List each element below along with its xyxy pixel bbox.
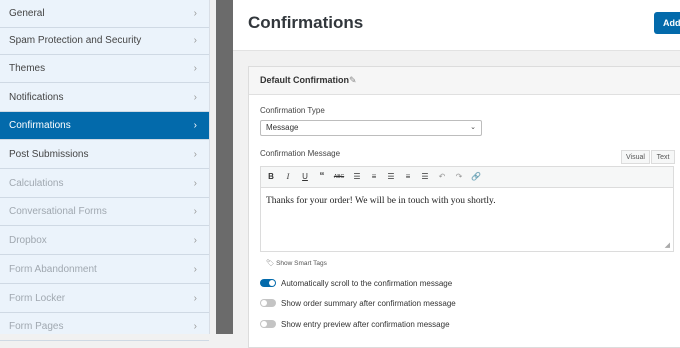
confirmation-type-label: Confirmation Type [260, 106, 325, 115]
chevron-right-icon: › [193, 35, 197, 46]
pencil-icon[interactable]: ✎ [349, 75, 357, 86]
main-content: Confirmations Add Default Confirmation ✎… [233, 0, 680, 348]
toggle-switch[interactable] [260, 299, 276, 307]
chevron-down-icon: ⌄ [470, 124, 476, 131]
panel-header: Default Confirmation ✎ [249, 67, 680, 95]
chevron-right-icon: › [193, 321, 197, 332]
sidebar-item-label: Conversational Forms [9, 206, 107, 217]
chevron-right-icon: › [193, 120, 197, 131]
sidebar-item-label: Notifications [9, 92, 64, 103]
sidebar-item-label: Themes [9, 63, 46, 74]
sidebar-item-general[interactable]: General › [0, 0, 209, 28]
sidebar-item-label: Form Locker [9, 293, 66, 304]
sidebar-item-dropbox[interactable]: Dropbox › [0, 227, 209, 255]
add-confirmation-button[interactable]: Add [654, 12, 680, 34]
tag-icon: 🏷 [266, 260, 275, 267]
strikethrough-icon[interactable]: ABC [332, 170, 346, 184]
chevron-right-icon: › [193, 149, 197, 160]
sidebar-item-post-submissions[interactable]: Post Submissions › [0, 141, 209, 169]
settings-sidebar: General › Spam Protection and Security › T… [0, 0, 210, 341]
link-icon[interactable]: 🔗 [469, 170, 483, 184]
editor-toolbar: B I U “ ABC ☰ ≡ ☰ ≡ ☰ ↶ ↷ 🔗 [261, 167, 673, 188]
sidebar-item-spam-protection[interactable]: Spam Protection and Security › [0, 27, 209, 55]
numbered-list-icon[interactable]: ≡ [367, 170, 381, 184]
sidebar-item-form-locker[interactable]: Form Locker › [0, 285, 209, 313]
chevron-right-icon: › [193, 206, 197, 217]
sidebar-item-label: Form Abandonment [9, 264, 97, 275]
confirmation-panel: Default Confirmation ✎ Confirmation Type… [248, 66, 680, 348]
sidebar-item-label: Dropbox [9, 235, 47, 246]
italic-icon[interactable]: I [281, 170, 295, 184]
chevron-right-icon: › [193, 235, 197, 246]
chevron-right-icon: › [193, 293, 197, 304]
confirmation-message-label: Confirmation Message [260, 149, 341, 158]
resize-handle-icon[interactable]: ◢ [665, 241, 670, 249]
sidebar-item-form-pages[interactable]: Form Pages › [0, 313, 209, 341]
page-header: Confirmations Add [233, 0, 680, 51]
toggle-label: Automatically scroll to the confirmation… [281, 279, 453, 288]
sidebar-item-notifications[interactable]: Notifications › [0, 84, 209, 112]
show-smart-tags-link[interactable]: 🏷 Show Smart Tags [266, 259, 327, 267]
align-center-icon[interactable]: ≡ [401, 170, 415, 184]
confirmation-type-select[interactable]: Message ⌄ [260, 120, 482, 136]
blockquote-icon[interactable]: “ [315, 170, 329, 184]
page-title: Confirmations [248, 13, 364, 32]
sidebar-item-label: Calculations [9, 178, 64, 189]
select-value: Message [266, 123, 299, 132]
bulleted-list-icon[interactable]: ☰ [350, 170, 364, 184]
sidebar-item-form-abandonment[interactable]: Form Abandonment › [0, 256, 209, 284]
tab-text[interactable]: Text [651, 150, 675, 164]
sidebar-item-themes[interactable]: Themes › [0, 55, 209, 83]
message-editor[interactable]: B I U “ ABC ☰ ≡ ☰ ≡ ☰ ↶ ↷ 🔗 Thanks for y… [260, 166, 674, 252]
bold-icon[interactable]: B [264, 170, 278, 184]
sidebar-item-label: Spam Protection and Security [9, 35, 142, 46]
sidebar-item-calculations[interactable]: Calculations › [0, 170, 209, 198]
chevron-right-icon: › [193, 178, 197, 189]
chevron-right-icon: › [193, 92, 197, 103]
scroll-gutter [216, 0, 233, 334]
sidebar-item-label: Form Pages [9, 321, 64, 332]
align-right-icon[interactable]: ☰ [418, 170, 432, 184]
smart-tags-label: Show Smart Tags [276, 260, 327, 267]
chevron-right-icon: › [193, 8, 197, 19]
sidebar-item-label: General [9, 8, 45, 19]
toggle-label: Show order summary after confirmation me… [281, 299, 456, 308]
panel-title: Default Confirmation [260, 75, 349, 85]
sidebar-item-label: Confirmations [9, 120, 71, 131]
redo-icon[interactable]: ↷ [452, 170, 466, 184]
tab-visual[interactable]: Visual [621, 150, 650, 164]
toggle-switch[interactable] [260, 320, 276, 328]
chevron-right-icon: › [193, 264, 197, 275]
toggle-label: Show entry preview after confirmation me… [281, 320, 450, 329]
message-text: Thanks for your order! We will be in tou… [266, 196, 496, 206]
align-left-icon[interactable]: ☰ [384, 170, 398, 184]
underline-icon[interactable]: U [298, 170, 312, 184]
sidebar-item-confirmations[interactable]: Confirmations › [0, 112, 209, 140]
undo-icon[interactable]: ↶ [435, 170, 449, 184]
sidebar-item-label: Post Submissions [9, 149, 89, 160]
chevron-right-icon: › [193, 63, 197, 74]
toggle-switch[interactable] [260, 279, 276, 287]
sidebar-item-conversational-forms[interactable]: Conversational Forms › [0, 198, 209, 226]
